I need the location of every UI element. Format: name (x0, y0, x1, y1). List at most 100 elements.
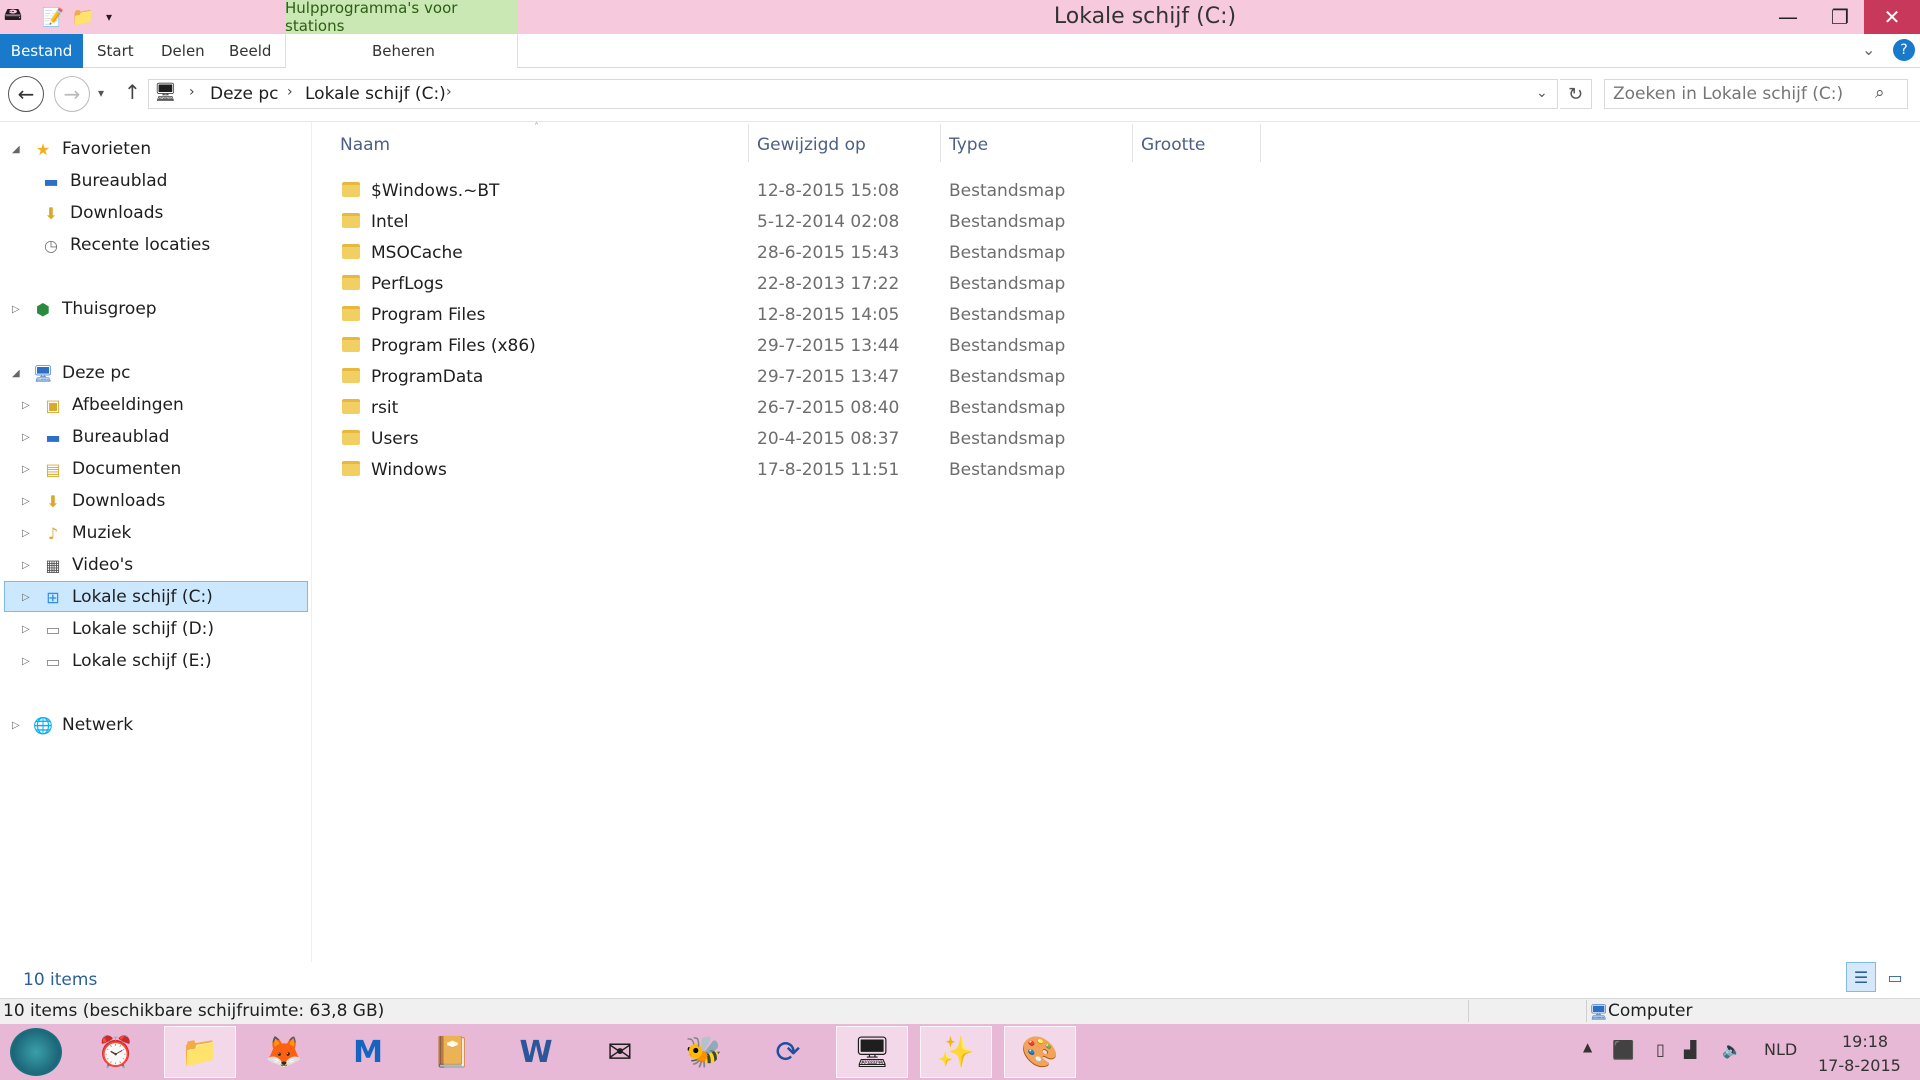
file-row[interactable]: Windows 17-8-2015 11:51 Bestandsmap (338, 455, 1065, 485)
up-button[interactable]: ↑ (124, 80, 141, 104)
help-icon[interactable]: ? (1893, 39, 1915, 61)
taskbar-app-file-explorer-icon[interactable]: 📁 (164, 1026, 236, 1078)
address-dropdown-icon[interactable]: ⌄ (1536, 85, 1548, 101)
nav-network[interactable]: ▷ 🌐 Netwerk (12, 710, 133, 740)
expand-arrow-icon[interactable]: ▷ (22, 400, 36, 411)
taskbar-app-word-icon[interactable]: W (500, 1026, 572, 1078)
expand-arrow-icon[interactable]: ▷ (22, 624, 36, 635)
breadcrumb-deze-pc[interactable]: Deze pc (210, 84, 278, 104)
nav-this-pc[interactable]: ◢ 🖥 Deze pc (12, 358, 130, 388)
file-row[interactable]: MSOCache 28-6-2015 15:43 Bestandsmap (338, 238, 1065, 268)
file-row[interactable]: ProgramData 29-7-2015 13:47 Bestandsmap (338, 362, 1065, 392)
column-header-type[interactable]: Type (949, 135, 988, 155)
search-input[interactable] (1604, 79, 1908, 109)
nav-item-documenten[interactable]: ▷ ▤ Documenten (22, 454, 181, 484)
nav-item-drive-e[interactable]: ▷ ▭ Lokale schijf (E:) (22, 646, 212, 676)
language-indicator[interactable]: NLD (1764, 1040, 1797, 1059)
nav-item-bureaublad-pc[interactable]: ▷ ▬ Bureaublad (22, 422, 169, 452)
volume-icon[interactable]: 🔈 (1722, 1040, 1742, 1059)
refresh-button[interactable]: ↻ (1560, 79, 1592, 109)
recent-locations-icon: ◷ (44, 235, 58, 255)
nav-item-drive-c[interactable]: ▷ ⊞ Lokale schijf (C:) (22, 582, 213, 612)
taskbar-app-notepad-icon[interactable]: 📔 (416, 1026, 488, 1078)
column-header-modified[interactable]: Gewijzigd op (757, 135, 866, 155)
breadcrumb-separator[interactable]: › (287, 84, 293, 100)
large-icons-view-icon[interactable]: ▭ (1880, 962, 1910, 992)
taskbar-app-clock-icon[interactable]: ⏰ (80, 1026, 152, 1078)
tab-start[interactable]: Start (97, 34, 134, 68)
nav-favorites[interactable]: ◢ ★ Favorieten (12, 134, 151, 164)
battery-icon[interactable]: ▯ (1656, 1040, 1665, 1059)
clock-date[interactable]: 17-8-2015 (1818, 1056, 1901, 1075)
recent-locations-icon[interactable]: ▾ (98, 86, 104, 100)
taskbar-app-paint-icon[interactable]: 🎨 (1004, 1026, 1076, 1078)
details-view-icon[interactable]: ☰ (1846, 962, 1876, 992)
nav-item-videos[interactable]: ▷ ▦ Video's (22, 550, 133, 580)
nav-item-afbeeldingen[interactable]: ▷ ▣ Afbeeldingen (22, 390, 184, 420)
expand-arrow-icon[interactable]: ▷ (22, 496, 36, 507)
nav-item-drive-d[interactable]: ▷ ▭ Lokale schijf (D:) (22, 614, 214, 644)
column-divider[interactable] (748, 124, 749, 162)
nav-item-muziek[interactable]: ▷ ♪ Muziek (22, 518, 131, 548)
expand-arrow-icon[interactable]: ▷ (22, 432, 36, 443)
nav-item-recent[interactable]: ◷ Recente locaties (40, 230, 210, 260)
nav-label: Recente locaties (70, 235, 211, 255)
column-header-name[interactable]: Naam (340, 135, 390, 155)
close-button[interactable]: ✕ (1864, 0, 1920, 34)
maximize-button[interactable]: ❐ (1812, 0, 1868, 34)
clock-time[interactable]: 19:18 (1842, 1032, 1888, 1051)
file-name: Users (371, 429, 419, 449)
expand-arrow-icon[interactable]: ▷ (22, 656, 36, 667)
file-row[interactable]: rsit 26-7-2015 08:40 Bestandsmap (338, 393, 1065, 423)
expand-arrow-icon[interactable]: ▷ (22, 560, 36, 571)
file-row[interactable]: Users 20-4-2015 08:37 Bestandsmap (338, 424, 1065, 454)
expand-arrow-icon[interactable]: ▷ (22, 592, 36, 603)
collapse-arrow-icon[interactable]: ◢ (12, 368, 26, 379)
expand-arrow-icon[interactable]: ▷ (12, 304, 26, 315)
collapse-arrow-icon[interactable]: ◢ (12, 144, 26, 155)
breadcrumb-separator[interactable]: › (446, 84, 452, 100)
taskbar-app-thunderbird-icon[interactable]: ✉ (584, 1026, 656, 1078)
nav-item-downloads-pc[interactable]: ▷ ⬇ Downloads (22, 486, 165, 516)
tab-beheren[interactable]: Beheren (372, 34, 435, 68)
taskbar-app-malwarebytes-icon[interactable]: M (332, 1026, 404, 1078)
breadcrumb-separator[interactable]: › (189, 84, 195, 100)
taskbar-app-bee-icon[interactable]: 🐝 (668, 1026, 740, 1078)
nav-item-downloads[interactable]: ⬇ Downloads (40, 198, 163, 228)
taskbar-app-remote-desktop-icon[interactable]: 🖥 (836, 1026, 908, 1078)
forward-button[interactable]: → (54, 76, 90, 112)
file-name: Program Files (x86) (371, 336, 536, 356)
taskbar-app-update-icon[interactable]: ⟳ (752, 1026, 824, 1078)
nav-homegroup[interactable]: ▷ ⬢ Thuisgroep (12, 294, 157, 324)
file-row[interactable]: Program Files 12-8-2015 14:05 Bestandsmap (338, 300, 1065, 330)
back-button[interactable]: ← (8, 76, 44, 112)
file-row[interactable]: Intel 5-12-2014 02:08 Bestandsmap (338, 207, 1065, 237)
tab-beeld[interactable]: Beeld (229, 34, 271, 68)
start-button[interactable] (10, 1028, 62, 1076)
show-hidden-icons-icon[interactable]: ▲ (1583, 1040, 1592, 1054)
column-divider[interactable] (940, 124, 941, 162)
column-divider[interactable] (1132, 124, 1133, 162)
column-header-size[interactable]: Grootte (1141, 135, 1205, 155)
expand-arrow-icon[interactable]: ▷ (22, 464, 36, 475)
tab-bestand[interactable]: Bestand (0, 34, 83, 68)
expand-arrow-icon[interactable]: ▷ (12, 720, 26, 731)
tab-delen[interactable]: Delen (161, 34, 205, 68)
expand-arrow-icon[interactable]: ▷ (22, 528, 36, 539)
taskbar-app-wand-icon[interactable]: ✨ (920, 1026, 992, 1078)
search-icon[interactable]: ⌕ (1875, 83, 1885, 103)
breadcrumb-lokale-schijf[interactable]: Lokale schijf (C:) (305, 84, 446, 104)
minimize-button[interactable]: — (1760, 0, 1816, 34)
ribbon-expand-icon[interactable]: ⌄ (1862, 40, 1875, 59)
folder-icon (342, 213, 360, 228)
file-row[interactable]: Program Files (x86) 29-7-2015 13:44 Bestan… (338, 331, 1065, 361)
file-row[interactable]: PerfLogs 22-8-2013 17:22 Bestandsmap (338, 269, 1065, 299)
nav-item-bureaublad[interactable]: ▬ Bureaublad (40, 166, 167, 196)
tray-app-icon[interactable]: ⬛ (1612, 1040, 1634, 1061)
nav-label: Lokale schijf (C:) (72, 587, 213, 607)
file-row[interactable]: $Windows.~BT 12-8-2015 15:08 Bestandsmap (338, 176, 1065, 206)
nav-label: Downloads (72, 491, 166, 511)
network-signal-icon[interactable]: ▟ (1684, 1040, 1696, 1059)
column-divider[interactable] (1260, 124, 1261, 162)
taskbar-app-firefox-icon[interactable]: 🦊 (248, 1026, 320, 1078)
